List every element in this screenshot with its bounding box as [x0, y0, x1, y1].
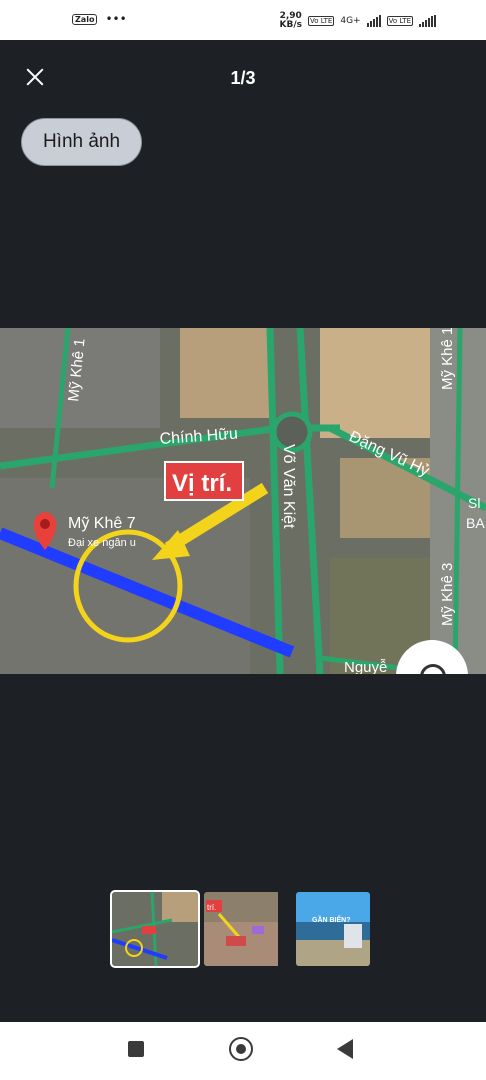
- thumbnail-2-label: trí.: [207, 903, 216, 912]
- thumbnail-3[interactable]: GẦN BIỂN?: [296, 892, 370, 966]
- thumbnail-3-image: GẦN BIỂN?: [296, 892, 370, 966]
- label-si: Sl: [468, 495, 480, 511]
- thumbnail-strip: trí. GẦN BIỂN?: [110, 890, 370, 968]
- home-icon[interactable]: [229, 1037, 253, 1061]
- thumbnail-2-image: trí.: [204, 892, 278, 966]
- label-my-khe-top: Mỹ Khê 1: [439, 328, 456, 390]
- label-my-khe-7: Mỹ Khê 7: [68, 515, 136, 532]
- thumbnail-1-image: [112, 892, 198, 966]
- speed-unit: KB/s: [279, 20, 302, 30]
- zalo-icon: Zalo: [72, 13, 98, 25]
- navigation-bar: [0, 1022, 486, 1080]
- thumbnail-1[interactable]: [110, 890, 200, 968]
- thumbnail-2[interactable]: trí.: [204, 892, 290, 966]
- image-bottom-mask: [0, 674, 486, 734]
- network-speed: 2,90 KB/s: [279, 12, 301, 30]
- signal-icon-2: [419, 15, 436, 27]
- label-my-khe-3: Mỹ Khê 3: [439, 563, 456, 626]
- label-ba: BA: [466, 515, 485, 531]
- vitri-label: Vị trí.: [172, 470, 232, 497]
- label-nguyen: Nguyễ: [344, 659, 387, 674]
- volte-icon-2: Vo LTE: [386, 16, 413, 26]
- status-left: Zalo •••: [72, 12, 127, 26]
- label-vo-van-kiet: Võ Văn Kiệt: [280, 444, 297, 529]
- label-ngan: Đại xe ngân u: [68, 537, 136, 549]
- sand-lot: [180, 328, 270, 418]
- sand-lot-2: [320, 328, 440, 438]
- images-chip[interactable]: Hình ảnh: [21, 118, 142, 166]
- more-notifications-icon: •••: [105, 12, 127, 26]
- image-counter: 1/3: [230, 68, 256, 88]
- volte-icon: Vo LTE: [307, 16, 335, 26]
- status-right: 2,90 KB/s Vo LTE 4G+ Vo LTE: [279, 12, 436, 30]
- urban-block-2: [0, 478, 250, 674]
- status-bar: Zalo ••• 2,90 KB/s Vo LTE 4G+ Vo LTE: [0, 0, 486, 40]
- main-image[interactable]: Vị trí. Mỹ Khê 7 Đại xe ngân u Chính Hữu…: [0, 328, 486, 674]
- signal-icon: [366, 15, 381, 27]
- network-type: 4G+: [340, 16, 361, 26]
- recent-apps-icon[interactable]: [128, 1041, 144, 1057]
- back-icon[interactable]: [337, 1039, 353, 1059]
- map-svg: Vị trí. Mỹ Khê 7 Đại xe ngân u Chính Hữu…: [0, 328, 486, 674]
- marker-dot: [40, 519, 50, 529]
